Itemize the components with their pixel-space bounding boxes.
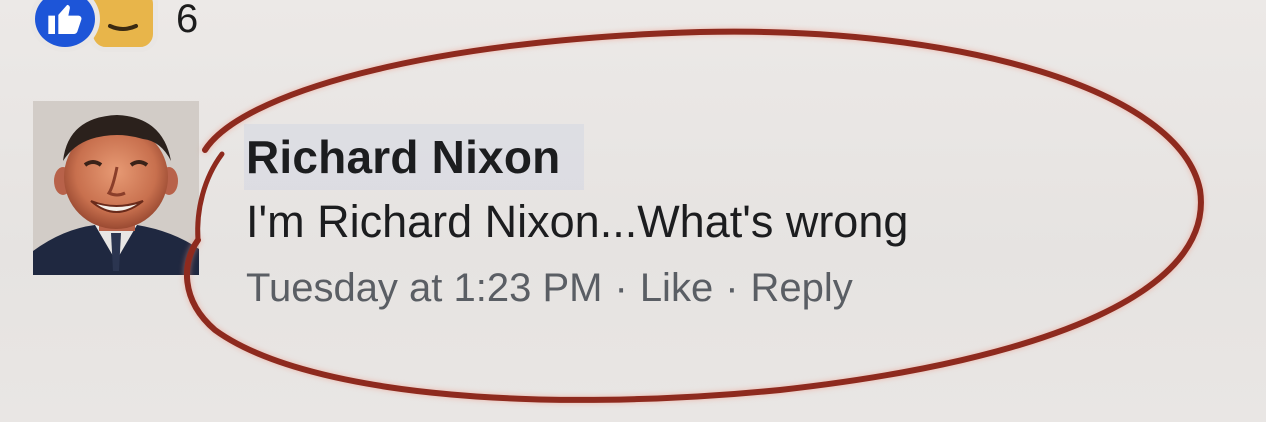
comment-timestamp[interactable]: Tuesday at 1:23 PM [246, 266, 602, 311]
meta-separator: · [725, 266, 739, 310]
like-reaction-icon [30, 0, 100, 52]
like-button[interactable]: Like [640, 266, 713, 311]
reaction-count: 6 [176, 0, 199, 41]
comment-meta: Tuesday at 1:23 PM · Like · Reply [246, 266, 908, 311]
profile-photo [33, 101, 199, 275]
thumbs-up-icon [48, 4, 82, 34]
comment-screenshot: 6 Richard Nixon I'm Richard Nixon...What… [0, 0, 1266, 422]
meta-separator: · [614, 266, 628, 310]
avatar[interactable] [33, 101, 199, 275]
reply-button[interactable]: Reply [751, 266, 853, 311]
comment-author-name[interactable]: Richard Nixon [244, 124, 585, 190]
reactions-summary[interactable]: 6 [30, 0, 198, 52]
comment-text: I'm Richard Nixon...What's wrong [246, 196, 909, 247]
comment-body: Richard Nixon I'm Richard Nixon...What's… [244, 124, 909, 311]
laughing-face-icon [108, 24, 138, 31]
